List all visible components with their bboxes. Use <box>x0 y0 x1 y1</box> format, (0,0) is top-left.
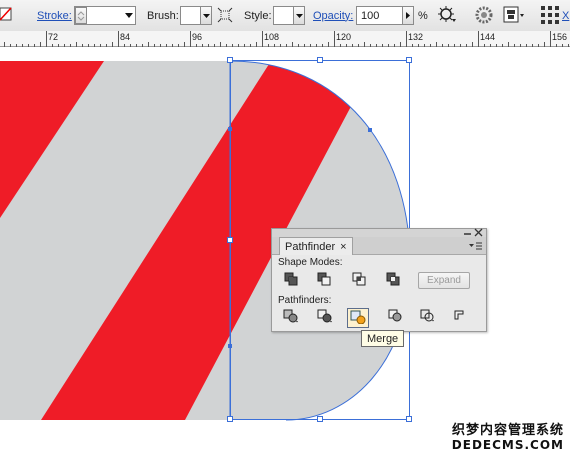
minus-front-icon <box>317 272 331 289</box>
merge-button[interactable] <box>347 308 369 328</box>
stroke-label[interactable]: Stroke: <box>37 0 72 31</box>
outline-button[interactable] <box>418 308 438 326</box>
intersect-button[interactable] <box>349 271 369 289</box>
trim-icon <box>317 309 333 326</box>
expand-button[interactable]: Expand <box>418 272 470 289</box>
stroke-label-text[interactable]: Stroke: <box>37 10 72 22</box>
watermark: 织梦内容管理系统 DEDECMS.COM <box>452 419 564 452</box>
transform-grid-icon[interactable] <box>540 5 560 25</box>
opacity-value: 100 <box>361 9 380 22</box>
ruler-label: 108 <box>264 32 280 42</box>
merge-tooltip: Merge <box>361 330 405 347</box>
unite-icon <box>284 272 298 289</box>
opacity-percent: % <box>418 0 428 31</box>
style-label-text: Style: <box>244 9 272 22</box>
unite-button[interactable] <box>281 271 301 289</box>
ruler-label: 144 <box>480 32 496 42</box>
exclude-button[interactable] <box>383 271 403 289</box>
merge-icon <box>350 310 366 327</box>
panel-close-icon[interactable] <box>474 228 483 237</box>
pathfinder-panel: Pathfinder × Shape Modes: Expand Pathfin… <box>271 228 487 332</box>
minus-front-button[interactable] <box>314 271 334 289</box>
minus-back-button[interactable] <box>451 308 471 326</box>
align-icon[interactable] <box>503 5 525 25</box>
stroke-weight-spinner[interactable] <box>75 7 87 24</box>
tab-pathfinder[interactable]: Pathfinder × <box>279 237 353 255</box>
crop-button[interactable] <box>386 308 406 326</box>
recolor-artwork-icon[interactable] <box>437 5 457 25</box>
trim-button[interactable] <box>315 308 335 326</box>
isolate-icon[interactable] <box>474 5 494 25</box>
opacity-label[interactable]: Opacity: <box>313 0 353 31</box>
panel-menu-icon[interactable] <box>469 241 483 251</box>
stroke-weight-dropdown-arrow[interactable] <box>124 10 134 20</box>
ruler-label: 156 <box>552 32 568 42</box>
outline-icon <box>420 309 436 326</box>
style-dropdown-arrow[interactable] <box>293 6 305 25</box>
brush-label-text: Brush: <box>147 9 179 22</box>
brush-label: Brush: <box>147 0 179 31</box>
ruler-label: 96 <box>192 32 203 42</box>
opacity-percent-text: % <box>418 9 428 22</box>
style-label: Style: <box>244 0 272 31</box>
ruler-label: 84 <box>120 32 131 42</box>
exclude-icon <box>386 272 400 289</box>
horizontal-ruler: 72 84 96 108 120 132 144 156 <box>0 31 570 47</box>
opacity-slider-arrow[interactable] <box>402 6 414 25</box>
divide-button[interactable] <box>281 308 301 326</box>
minus-back-icon <box>453 309 469 326</box>
x-coordinate-label-text[interactable]: X <box>562 10 569 22</box>
brush-options-icon[interactable] <box>217 7 233 23</box>
panel-collapse-icon[interactable] <box>463 228 473 237</box>
watermark-line-1: 织梦内容管理系统 <box>451 423 564 438</box>
opacity-label-text[interactable]: Opacity: <box>313 10 353 22</box>
tab-pathfinder-label: Pathfinder <box>285 240 336 253</box>
x-coordinate-label[interactable]: X <box>562 0 569 31</box>
control-bar: Stroke: Brush: Style: Opacity: 100 % X <box>0 0 570 32</box>
watermark-line-2: DEDECMS.COM <box>451 438 564 452</box>
stroke-color-icon[interactable] <box>0 7 12 21</box>
pathfinders-label: Pathfinders: <box>278 295 332 306</box>
divide-icon <box>283 309 299 326</box>
ruler-label: 72 <box>48 32 59 42</box>
shape-modes-label: Shape Modes: <box>278 257 343 268</box>
crop-icon <box>388 309 404 326</box>
ruler-label: 132 <box>408 32 424 42</box>
intersect-icon <box>352 272 366 289</box>
ruler-label: 120 <box>336 32 352 42</box>
tab-close-icon[interactable]: × <box>340 241 346 253</box>
brush-dropdown-arrow[interactable] <box>200 6 212 25</box>
